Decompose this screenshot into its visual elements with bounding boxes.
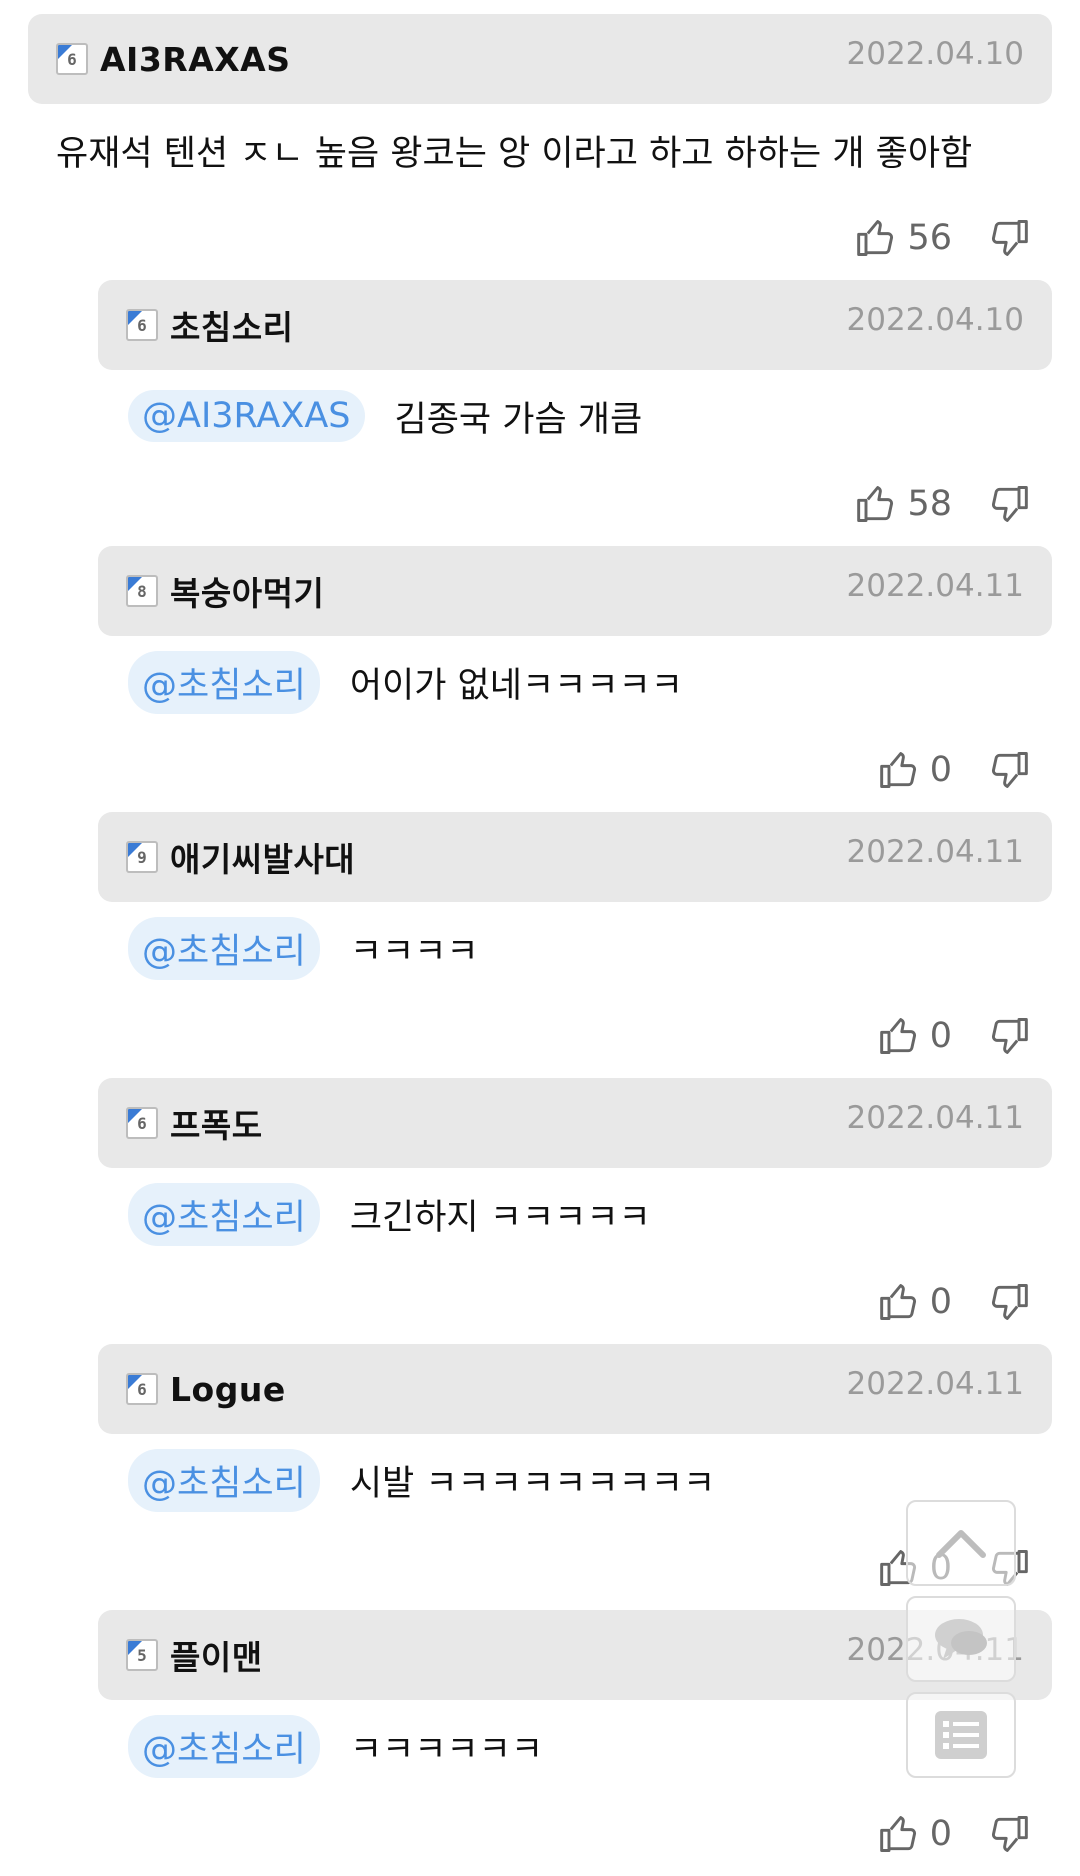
comment-text: 크긴하지 ㅋㅋㅋㅋㅋ bbox=[349, 1197, 651, 1238]
comment-bubble-icon bbox=[935, 1619, 987, 1659]
thumbs-down-icon bbox=[992, 1284, 1028, 1320]
level-badge-icon: 6 bbox=[126, 1373, 158, 1405]
vote-bar: 0 bbox=[0, 728, 1080, 812]
reply-comment: 6 프폭도 2022.04.11 @초침소리 크긴하지 ㅋㅋㅋㅋㅋ 0 bbox=[0, 1078, 1080, 1344]
thumbs-up-icon bbox=[857, 220, 894, 256]
nickname[interactable]: 초침소리 bbox=[170, 301, 293, 349]
nickname[interactable]: 플이맨 bbox=[170, 1631, 263, 1679]
comment-text: 시발 ㅋㅋㅋㅋㅋㅋㅋㅋㅋ bbox=[349, 1463, 716, 1504]
comment-date: 2022.04.11 bbox=[846, 1366, 1025, 1402]
level-badge-icon: 6 bbox=[126, 309, 158, 341]
vote-bar: 0 bbox=[0, 1260, 1080, 1344]
thumbs-down-icon bbox=[992, 220, 1028, 256]
mention-tag[interactable]: @초침소리 bbox=[128, 1448, 320, 1512]
thumbs-down-icon bbox=[992, 752, 1028, 788]
comment-date: 2022.04.10 bbox=[846, 302, 1025, 338]
dislike-button[interactable] bbox=[986, 216, 1030, 260]
thumbs-up-icon bbox=[879, 752, 916, 788]
level-badge-icon: 8 bbox=[126, 575, 158, 607]
vote-bar: 56 bbox=[0, 196, 1080, 280]
comment-body: @초침소리 크긴하지 ㅋㅋㅋㅋㅋ bbox=[128, 1168, 1080, 1260]
mention-tag[interactable]: @초침소리 bbox=[128, 650, 320, 714]
scroll-top-button[interactable] bbox=[906, 1500, 1016, 1586]
dislike-button[interactable] bbox=[986, 1280, 1030, 1324]
comment-body: @초침소리 어이가 없네ㅋㅋㅋㅋㅋ bbox=[128, 636, 1080, 728]
comment-header: 8 복숭아먹기 2022.04.11 bbox=[98, 546, 1052, 636]
vote-bar: 0 bbox=[0, 994, 1080, 1078]
comment-text: 김종국 가슴 개큼 bbox=[394, 399, 643, 440]
vote-bar: 58 bbox=[0, 462, 1080, 546]
list-button[interactable] bbox=[906, 1692, 1016, 1778]
like-count: 56 bbox=[907, 218, 952, 258]
like-count: 58 bbox=[907, 484, 952, 524]
comment-text: ㅋㅋㅋㅋㅋㅋ bbox=[349, 1729, 544, 1770]
reply-comment: 6 초침소리 2022.04.10 @AI3RAXAS 김종국 가슴 개큼 58 bbox=[0, 280, 1080, 546]
mention-tag[interactable]: @초침소리 bbox=[128, 1182, 320, 1246]
thumbs-up-icon bbox=[879, 1284, 916, 1320]
comment-header: 6 프폭도 2022.04.11 bbox=[98, 1078, 1052, 1168]
comment-body: 유재석 텐션 ㅈㄴ 높음 왕코는 앙 이라고 하고 하하는 개 좋아함 bbox=[56, 104, 1080, 196]
comment-body: @초침소리 ㅋㅋㅋㅋ bbox=[128, 902, 1080, 994]
comment-date: 2022.04.10 bbox=[846, 36, 1025, 72]
level-badge-icon: 9 bbox=[126, 841, 158, 873]
mention-tag[interactable]: @AI3RAXAS bbox=[128, 390, 365, 442]
thumbs-down-icon bbox=[992, 486, 1028, 522]
dislike-button[interactable] bbox=[986, 1014, 1030, 1058]
thumbs-up-icon bbox=[879, 1816, 916, 1852]
like-button[interactable]: 0 bbox=[878, 748, 986, 792]
mention-tag[interactable]: @초침소리 bbox=[128, 916, 320, 980]
comment-header: 9 애기씨발사대 2022.04.11 bbox=[98, 812, 1052, 902]
like-button[interactable]: 56 bbox=[855, 216, 986, 260]
level-badge-icon: 6 bbox=[126, 1107, 158, 1139]
comment-header: 6 초침소리 2022.04.10 bbox=[98, 280, 1052, 370]
comments-button[interactable] bbox=[906, 1596, 1016, 1682]
nickname[interactable]: 복숭아먹기 bbox=[170, 567, 324, 615]
like-count: 0 bbox=[929, 750, 952, 790]
nickname[interactable]: 프폭도 bbox=[170, 1099, 263, 1147]
comment-header: 6 Logue 2022.04.11 bbox=[98, 1344, 1052, 1434]
comment-list: 6 AI3RAXAS 2022.04.10 유재석 텐션 ㅈㄴ 높음 왕코는 앙… bbox=[0, 0, 1080, 1876]
comment-text: 유재석 텐션 ㅈㄴ 높음 왕코는 앙 이라고 하고 하하는 개 좋아함 bbox=[56, 133, 973, 174]
like-count: 0 bbox=[929, 1814, 952, 1854]
thumbs-down-icon bbox=[992, 1816, 1028, 1852]
like-count: 0 bbox=[929, 1016, 952, 1056]
level-badge-icon: 5 bbox=[126, 1639, 158, 1671]
dislike-button[interactable] bbox=[986, 748, 1030, 792]
comment-text: ㅋㅋㅋㅋ bbox=[349, 931, 479, 972]
nickname[interactable]: Logue bbox=[170, 1370, 286, 1409]
like-count: 0 bbox=[929, 1282, 952, 1322]
chevron-up-icon bbox=[936, 1530, 986, 1558]
level-badge-icon: 6 bbox=[56, 43, 88, 75]
thumbs-down-icon bbox=[992, 1018, 1028, 1054]
like-button[interactable]: 0 bbox=[878, 1014, 986, 1058]
comment-header: 6 AI3RAXAS 2022.04.10 bbox=[28, 14, 1052, 104]
like-button[interactable]: 58 bbox=[855, 482, 986, 526]
like-button[interactable]: 0 bbox=[878, 1280, 986, 1324]
mention-tag[interactable]: @초침소리 bbox=[128, 1714, 320, 1778]
vote-bar: 0 bbox=[0, 1792, 1080, 1876]
dislike-button[interactable] bbox=[986, 482, 1030, 526]
comment-text: 어이가 없네ㅋㅋㅋㅋㅋ bbox=[349, 665, 683, 706]
comment-date: 2022.04.11 bbox=[846, 834, 1025, 870]
thumbs-up-icon bbox=[857, 486, 894, 522]
comment-date: 2022.04.11 bbox=[846, 568, 1025, 604]
comment-date: 2022.04.11 bbox=[846, 1100, 1025, 1136]
list-icon bbox=[935, 1711, 987, 1759]
dislike-button[interactable] bbox=[986, 1812, 1030, 1856]
comment: 6 AI3RAXAS 2022.04.10 유재석 텐션 ㅈㄴ 높음 왕코는 앙… bbox=[0, 14, 1080, 280]
comment-body: @AI3RAXAS 김종국 가슴 개큼 bbox=[128, 370, 1080, 462]
nickname[interactable]: 애기씨발사대 bbox=[170, 833, 355, 881]
reply-comment: 9 애기씨발사대 2022.04.11 @초침소리 ㅋㅋㅋㅋ 0 bbox=[0, 812, 1080, 1078]
thumbs-up-icon bbox=[879, 1018, 916, 1054]
like-button[interactable]: 0 bbox=[878, 1812, 986, 1856]
reply-comment: 8 복숭아먹기 2022.04.11 @초침소리 어이가 없네ㅋㅋㅋㅋㅋ 0 bbox=[0, 546, 1080, 812]
nickname[interactable]: AI3RAXAS bbox=[100, 40, 290, 79]
